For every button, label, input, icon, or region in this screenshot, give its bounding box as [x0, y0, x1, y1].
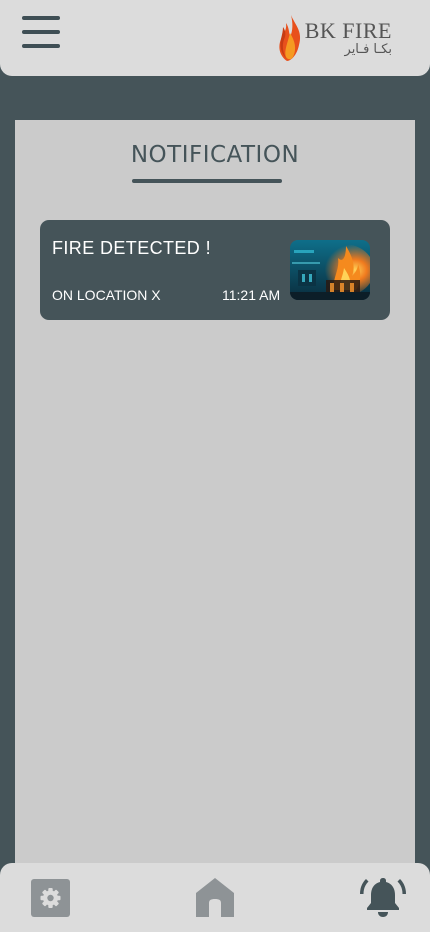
notification-title: FIRE DETECTED ! [52, 238, 212, 258]
notification-time: 11:21 AM [222, 287, 281, 303]
title-underline [132, 179, 282, 183]
notification-panel: NOTIFICATION FIRE DETECTED ! ON LOCATION… [15, 120, 415, 870]
home-icon[interactable] [195, 877, 235, 917]
hamburger-menu-icon[interactable] [22, 16, 60, 48]
page-title: NOTIFICATION [130, 142, 300, 168]
logo-text-ar: بكـا فـاير [344, 42, 392, 57]
logo-text-en: BK FIRE [304, 18, 392, 43]
notification-location: ON LOCATION X [52, 287, 161, 303]
gear-icon[interactable] [31, 879, 70, 917]
flame-icon [279, 15, 300, 61]
brand-logo: BK FIRE بكـا فـاير [277, 12, 392, 64]
bell-icon[interactable] [360, 874, 406, 920]
fire-scene-image[interactable] [290, 240, 370, 300]
bottom-nav [0, 863, 430, 932]
notification-card[interactable]: FIRE DETECTED ! ON LOCATION X 11:21 AM [40, 220, 390, 320]
top-bar: BK FIRE بكـا فـاير [0, 0, 430, 76]
